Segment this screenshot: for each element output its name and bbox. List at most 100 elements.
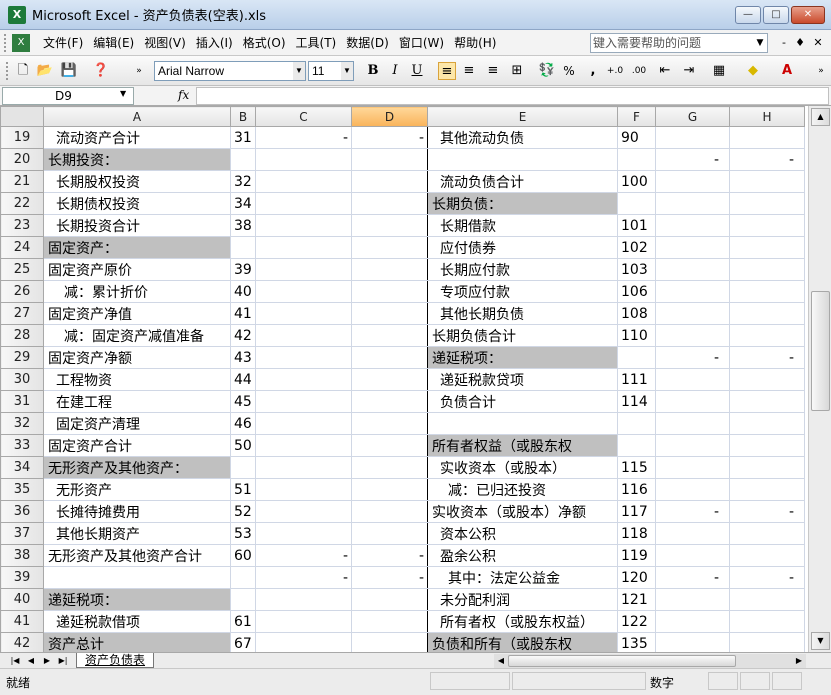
cell-b[interactable]: 39 <box>230 258 256 281</box>
cell-h[interactable]: - <box>729 148 805 171</box>
cell-b[interactable]: 44 <box>230 368 256 391</box>
cell-b[interactable]: 31 <box>230 126 256 149</box>
cell-g[interactable]: - <box>655 566 730 589</box>
cell-h[interactable] <box>729 456 805 479</box>
fill-color-icon[interactable]: ◆ <box>744 62 762 80</box>
column-header-d[interactable]: D <box>351 106 428 127</box>
cell-c[interactable]: - <box>255 566 352 589</box>
cell-g[interactable] <box>655 412 730 435</box>
cell-h[interactable] <box>729 302 805 325</box>
next-sheet-icon[interactable]: ▶ <box>40 654 54 668</box>
row-header[interactable]: 28 <box>0 324 44 347</box>
cell-e[interactable] <box>427 148 618 171</box>
cell-d[interactable] <box>351 368 428 391</box>
cell-f[interactable]: 114 <box>617 390 656 413</box>
underline-button[interactable]: U <box>408 62 426 80</box>
vertical-scrollbar[interactable]: ▲ ▼ <box>808 106 831 652</box>
cell-a[interactable]: 无形资产及其他资产： <box>43 456 231 479</box>
italic-button[interactable]: I <box>386 62 404 80</box>
cell-a[interactable]: 固定资产合计 <box>43 434 231 457</box>
doc-restore-button[interactable]: ♦ <box>792 36 808 49</box>
row-header[interactable]: 38 <box>0 544 44 567</box>
scroll-left-icon[interactable]: ◀ <box>494 654 508 668</box>
cell-g[interactable] <box>655 588 730 611</box>
cell-b[interactable]: 60 <box>230 544 256 567</box>
menu-data[interactable]: 数据(D) <box>341 30 394 56</box>
cell-g[interactable]: - <box>655 346 730 369</box>
cell-b[interactable]: 41 <box>230 302 256 325</box>
cell-b[interactable]: 32 <box>230 170 256 193</box>
cell-a[interactable]: 递延税项： <box>43 588 231 611</box>
cell-c[interactable] <box>255 346 352 369</box>
cell-a[interactable]: 长期投资合计 <box>43 214 231 237</box>
cell-c[interactable] <box>255 434 352 457</box>
cell-d[interactable] <box>351 192 428 215</box>
row-header[interactable]: 25 <box>0 258 44 281</box>
cell-a[interactable]: 长期投资： <box>43 148 231 171</box>
cell-d[interactable] <box>351 302 428 325</box>
cell-a[interactable]: 固定资产清理 <box>43 412 231 435</box>
row-header[interactable]: 31 <box>0 390 44 413</box>
doc-close-button[interactable]: ✕ <box>810 36 826 49</box>
cell-b[interactable] <box>230 566 256 589</box>
borders-icon[interactable]: ▦ <box>710 62 728 80</box>
cell-c[interactable] <box>255 258 352 281</box>
cell-c[interactable] <box>255 324 352 347</box>
cell-f[interactable]: 102 <box>617 236 656 259</box>
row-header[interactable]: 30 <box>0 368 44 391</box>
decrease-decimal-icon[interactable]: .00 <box>630 62 648 80</box>
cell-a[interactable]: 固定资产净额 <box>43 346 231 369</box>
cell-f[interactable]: 117 <box>617 500 656 523</box>
cell-a[interactable]: 无形资产及其他资产合计 <box>43 544 231 567</box>
help-search-input[interactable]: 键入需要帮助的问题 <box>590 33 768 53</box>
cell-d[interactable] <box>351 324 428 347</box>
increase-indent-icon[interactable]: ⇥ <box>680 62 698 80</box>
toolbar-grip[interactable] <box>6 62 10 80</box>
cell-e[interactable]: 长期负债合计 <box>427 324 618 347</box>
scroll-right-icon[interactable]: ▶ <box>792 654 806 668</box>
cell-e[interactable]: 长期借款 <box>427 214 618 237</box>
menu-view[interactable]: 视图(V) <box>139 30 191 56</box>
toolbar-options-icon[interactable]: » <box>130 62 148 80</box>
cell-b[interactable] <box>230 588 256 611</box>
cell-h[interactable] <box>729 632 805 652</box>
row-header[interactable]: 24 <box>0 236 44 259</box>
cell-h[interactable] <box>729 588 805 611</box>
cell-a[interactable]: 工程物资 <box>43 368 231 391</box>
cell-h[interactable] <box>729 126 805 149</box>
cell-a[interactable]: 长摊待摊费用 <box>43 500 231 523</box>
chevron-down-icon[interactable]: ▼ <box>752 33 768 53</box>
cell-a[interactable]: 固定资产净值 <box>43 302 231 325</box>
column-header-g[interactable]: G <box>655 106 730 127</box>
open-folder-icon[interactable]: 📂 <box>36 62 54 80</box>
row-header[interactable]: 40 <box>0 588 44 611</box>
vertical-scroll-thumb[interactable] <box>811 291 830 411</box>
cell-e[interactable]: 实收资本（或股本）净额 <box>427 500 618 523</box>
cell-c[interactable] <box>255 456 352 479</box>
menu-help[interactable]: 帮助(H) <box>449 30 501 56</box>
cell-c[interactable] <box>255 192 352 215</box>
cell-h[interactable] <box>729 368 805 391</box>
cell-h[interactable] <box>729 390 805 413</box>
cell-e[interactable] <box>427 412 618 435</box>
cell-c[interactable] <box>255 148 352 171</box>
align-left-icon[interactable]: ≡ <box>438 62 456 80</box>
cell-b[interactable]: 46 <box>230 412 256 435</box>
bold-button[interactable]: B <box>364 62 382 80</box>
cell-a[interactable]: 资产总计 <box>43 632 231 652</box>
row-header[interactable]: 39 <box>0 566 44 589</box>
cell-a[interactable]: 减：固定资产减值准备 <box>43 324 231 347</box>
cell-c[interactable] <box>255 236 352 259</box>
cell-b[interactable] <box>230 148 256 171</box>
cell-e[interactable]: 专项应付款 <box>427 280 618 303</box>
cell-e[interactable]: 减：已归还投资 <box>427 478 618 501</box>
cell-e[interactable]: 其中：法定公益金 <box>427 566 618 589</box>
cell-f[interactable]: 101 <box>617 214 656 237</box>
increase-decimal-icon[interactable]: +.0 <box>606 62 624 80</box>
cell-h[interactable]: - <box>729 500 805 523</box>
percent-button[interactable]: % <box>560 62 578 80</box>
cell-g[interactable] <box>655 390 730 413</box>
row-header[interactable]: 37 <box>0 522 44 545</box>
cell-f[interactable]: 119 <box>617 544 656 567</box>
row-header[interactable]: 32 <box>0 412 44 435</box>
